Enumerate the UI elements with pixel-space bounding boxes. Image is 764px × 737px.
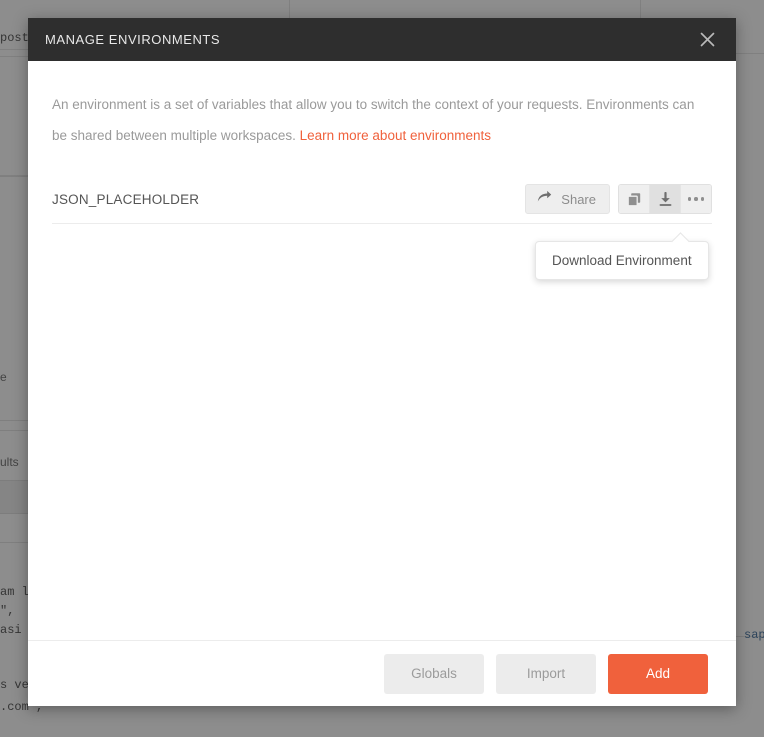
modal-body: An environment is a set of variables tha…: [28, 61, 736, 640]
modal-header: MANAGE ENVIRONMENTS: [28, 18, 736, 61]
add-button[interactable]: Add: [608, 653, 708, 694]
tooltip-label: Download Environment: [552, 253, 692, 268]
close-icon[interactable]: [692, 25, 722, 55]
environment-list: JSON_PLACEHOLDER Share: [52, 175, 712, 224]
download-icon[interactable]: [650, 185, 681, 213]
modal-footer: Globals Import Add: [28, 640, 736, 706]
modal-description: An environment is a set of variables tha…: [52, 61, 712, 151]
share-button-label: Share: [561, 191, 596, 207]
modal-title: MANAGE ENVIRONMENTS: [45, 32, 221, 47]
share-button[interactable]: Share: [525, 184, 610, 214]
environment-icon-button-group: [618, 184, 712, 214]
share-arrow-icon: [537, 190, 552, 208]
download-environment-tooltip: Download Environment: [535, 232, 709, 280]
copy-icon[interactable]: [619, 185, 650, 213]
environment-name[interactable]: JSON_PLACEHOLDER: [52, 192, 199, 207]
more-options-dots: [687, 197, 705, 201]
environment-row[interactable]: JSON_PLACEHOLDER Share: [52, 175, 712, 224]
manage-environments-modal: MANAGE ENVIRONMENTS An environment is a …: [28, 18, 736, 706]
import-button[interactable]: Import: [496, 653, 596, 694]
tooltip-caret: [671, 232, 690, 251]
learn-more-link[interactable]: Learn more about environments: [300, 128, 491, 143]
globals-button[interactable]: Globals: [384, 653, 484, 694]
environment-actions: Share: [525, 184, 712, 214]
more-options-icon[interactable]: [681, 185, 711, 213]
